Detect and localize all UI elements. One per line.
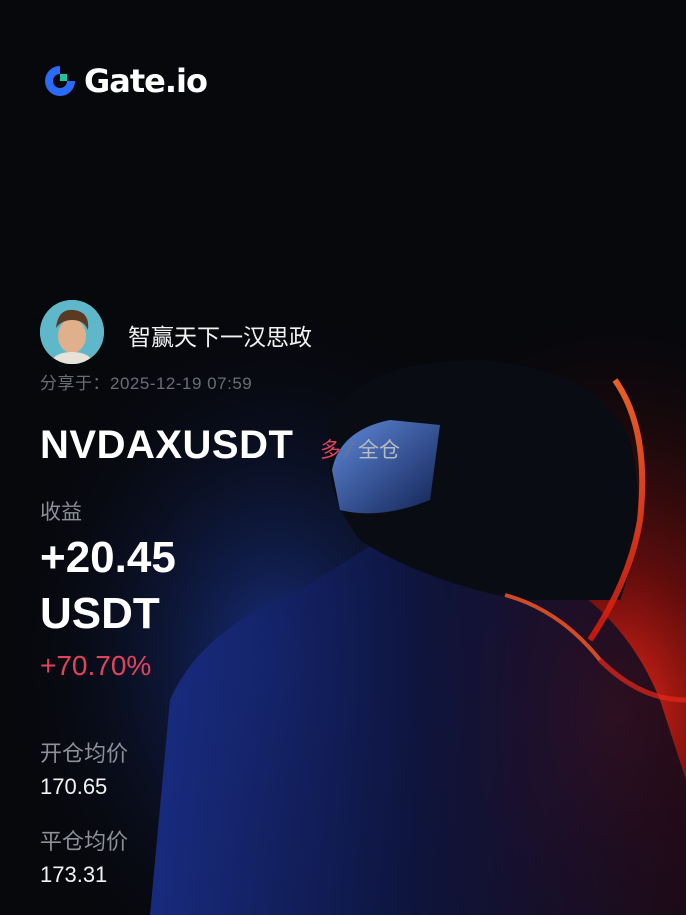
close-price-label: 平仓均价 xyxy=(40,829,129,854)
gate-logo-icon xyxy=(45,66,75,96)
trading-pair: NVDAXUSDT xyxy=(40,423,294,467)
user-avatar xyxy=(40,300,104,364)
roi-value: +70.70% xyxy=(40,650,152,681)
profit-label: 收益 xyxy=(40,501,82,524)
position-tags: 多 全仓 xyxy=(320,434,400,464)
gate-logo: Gate.io xyxy=(42,62,208,100)
margin-mode-badge: 全仓 xyxy=(358,439,400,462)
username: 智赢天下一汉思政 xyxy=(128,324,312,350)
shared-time: 分享于：2025-12-19 07:59 xyxy=(40,374,253,393)
close-price-value: 173.31 xyxy=(40,862,108,887)
open-price-value: 170.65 xyxy=(40,774,108,799)
brand-name: Gate.io xyxy=(84,62,208,100)
profit-value: +20.45 USDT xyxy=(40,533,176,638)
open-price-label: 开仓均价 xyxy=(40,741,129,766)
direction-badge: 多 xyxy=(320,439,341,462)
tag-divider xyxy=(344,440,355,458)
